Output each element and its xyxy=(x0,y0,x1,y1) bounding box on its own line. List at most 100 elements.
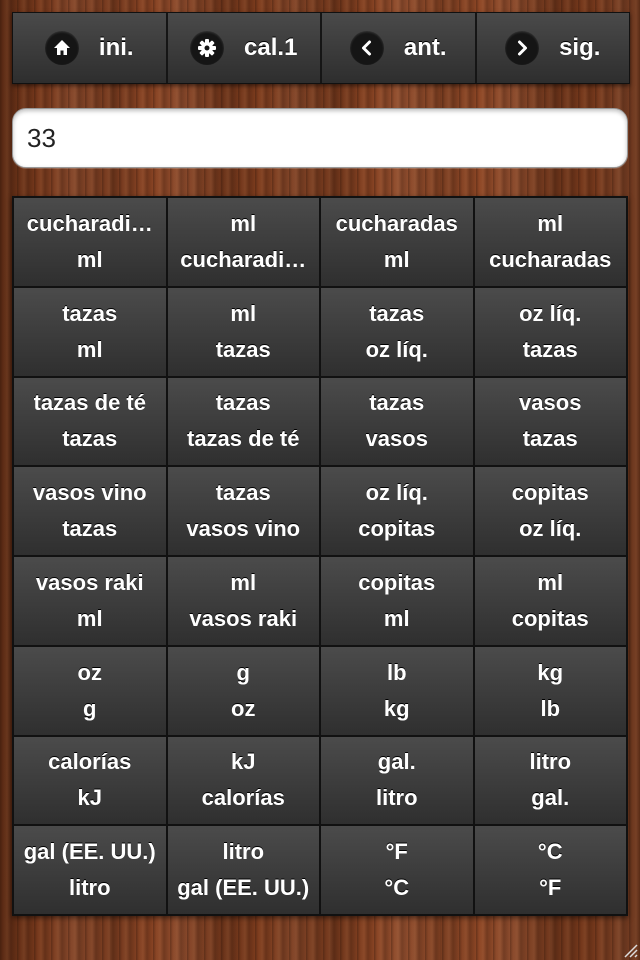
conversion-to-label: ml xyxy=(383,246,410,272)
conversion-from-label: ml xyxy=(230,569,257,595)
conversion-button[interactable]: oz líq. copitas xyxy=(321,467,473,555)
conversion-from-label: litro xyxy=(529,749,572,775)
conversion-to-label: lb xyxy=(540,695,561,721)
conversion-from-label: kJ xyxy=(231,749,256,775)
conversion-button[interactable]: ml vasos raki xyxy=(167,557,319,645)
conversion-button[interactable]: tazas oz líq. xyxy=(321,287,473,376)
conversion-button[interactable]: tazas tazas de té xyxy=(167,377,319,466)
conversion-button[interactable]: copitas ml xyxy=(321,557,473,645)
conversion-to-label: oz líq. xyxy=(519,516,582,542)
home-button-label: ini. xyxy=(98,34,134,61)
conversion-from-label: °F xyxy=(385,839,408,865)
conversion-to-label: vasos xyxy=(365,426,428,452)
conversion-button[interactable]: g oz xyxy=(167,646,319,735)
conversion-button[interactable]: oz líq. tazas xyxy=(474,287,626,376)
previous-button-label: ant. xyxy=(403,34,447,61)
conversion-to-label: cucharadi… xyxy=(180,246,307,272)
conversion-button[interactable]: vasos raki ml xyxy=(14,557,166,645)
conversion-button[interactable]: lb kg xyxy=(321,646,473,735)
conversion-to-label: g xyxy=(83,695,97,721)
conversion-button[interactable]: copitas oz líq. xyxy=(474,467,626,555)
conversion-to-label: tazas xyxy=(522,336,578,362)
next-button[interactable]: sig. xyxy=(476,13,629,83)
home-icon xyxy=(44,31,79,65)
conversion-to-label: vasos vino xyxy=(186,516,301,542)
conversion-from-label: lb xyxy=(386,659,407,685)
conversion-button[interactable]: kJ calorías xyxy=(167,736,319,825)
calibrate-button-label: cal.1 xyxy=(244,34,298,61)
conversion-from-label: oz xyxy=(77,659,102,685)
next-button-label: sig. xyxy=(559,34,601,61)
home-button[interactable]: ini. xyxy=(13,13,168,83)
conversion-button[interactable]: kg lb xyxy=(474,646,626,735)
conversion-button[interactable]: tazas de té tazas xyxy=(14,377,166,466)
conversion-to-label: oz líq. xyxy=(365,336,428,362)
conversion-to-label: vasos raki xyxy=(189,605,298,631)
conversion-from-label: kg xyxy=(537,659,564,685)
conversion-button[interactable]: vasos tazas xyxy=(474,377,626,466)
conversion-to-label: kJ xyxy=(77,785,102,811)
conversion-button[interactable]: ml tazas xyxy=(167,287,319,376)
conversion-to-label: ml xyxy=(383,605,410,631)
conversion-from-label: gal. xyxy=(377,749,416,775)
conversion-to-label: copitas xyxy=(358,516,436,542)
previous-button[interactable]: ant. xyxy=(322,13,477,83)
conversion-from-label: ml xyxy=(537,569,564,595)
conversion-from-label: tazas xyxy=(62,300,118,326)
chevron-left-icon xyxy=(349,31,384,65)
conversion-button[interactable]: °F °C xyxy=(321,826,473,914)
conversion-button[interactable]: litro gal. xyxy=(474,736,626,825)
value-input-wrapper xyxy=(12,108,628,168)
chevron-right-icon xyxy=(505,31,540,65)
conversion-from-label: °C xyxy=(537,839,563,865)
conversion-to-label: tazas de té xyxy=(187,426,300,452)
conversion-from-label: tazas xyxy=(215,480,271,506)
conversion-button[interactable]: cucharadas ml xyxy=(321,198,473,286)
conversion-button[interactable]: calorías kJ xyxy=(14,736,166,825)
conversion-from-label: copitas xyxy=(358,569,436,595)
conversion-button[interactable]: gal. litro xyxy=(321,736,473,825)
conversion-from-label: ml xyxy=(230,210,257,236)
conversion-button[interactable]: vasos vino tazas xyxy=(14,467,166,555)
conversion-button[interactable]: ml copitas xyxy=(474,557,626,645)
conversion-to-label: tazas xyxy=(62,516,118,542)
conversion-from-label: vasos xyxy=(519,390,582,416)
conversion-button[interactable]: gal (EE. UU.) litro xyxy=(14,826,166,914)
conversion-from-label: oz líq. xyxy=(519,300,582,326)
conversion-to-label: kg xyxy=(383,695,410,721)
calibrate-button[interactable]: cal.1 xyxy=(167,13,322,83)
conversion-from-label: gal (EE. UU.) xyxy=(23,839,156,865)
conversion-to-label: litro xyxy=(375,785,418,811)
conversion-from-label: copitas xyxy=(511,480,589,506)
conversion-from-label: ml xyxy=(230,300,257,326)
conversion-button[interactable]: oz g xyxy=(14,646,166,735)
conversion-button[interactable]: ml cucharadi… xyxy=(167,198,319,286)
conversion-grid: cucharadi… ml ml cucharadi… cucharadas ml ml cu… xyxy=(12,196,628,916)
conversion-from-label: cucharadi… xyxy=(26,210,153,236)
conversion-from-label: calorías xyxy=(48,749,132,775)
conversion-button[interactable]: °C °F xyxy=(474,826,626,914)
conversion-from-label: vasos raki xyxy=(35,569,144,595)
conversion-from-label: oz líq. xyxy=(365,480,428,506)
value-input[interactable] xyxy=(13,109,627,167)
conversion-button[interactable]: tazas vasos vino xyxy=(167,467,319,555)
conversion-button[interactable]: tazas vasos xyxy=(321,377,473,466)
conversion-button[interactable]: cucharadi… ml xyxy=(14,198,166,286)
conversion-to-label: oz xyxy=(231,695,256,721)
gear-icon xyxy=(190,31,225,65)
conversion-from-label: ml xyxy=(537,210,564,236)
conversion-button[interactable]: tazas ml xyxy=(14,287,166,376)
conversion-to-label: ml xyxy=(76,605,103,631)
toolbar: ini. cal.1 ant. sig. xyxy=(12,12,630,84)
conversion-to-label: tazas xyxy=(62,426,118,452)
conversion-to-label: ml xyxy=(76,246,103,272)
conversion-to-label: gal (EE. UU.) xyxy=(177,875,310,901)
conversion-to-label: gal. xyxy=(531,785,570,811)
conversion-to-label: ml xyxy=(76,336,103,362)
conversion-from-label: litro xyxy=(222,839,265,865)
conversion-to-label: litro xyxy=(68,875,111,901)
conversion-to-label: tazas xyxy=(522,426,578,452)
conversion-button[interactable]: ml cucharadas xyxy=(474,198,626,286)
conversion-button[interactable]: litro gal (EE. UU.) xyxy=(167,826,319,914)
conversion-to-label: cucharadas xyxy=(489,246,612,272)
